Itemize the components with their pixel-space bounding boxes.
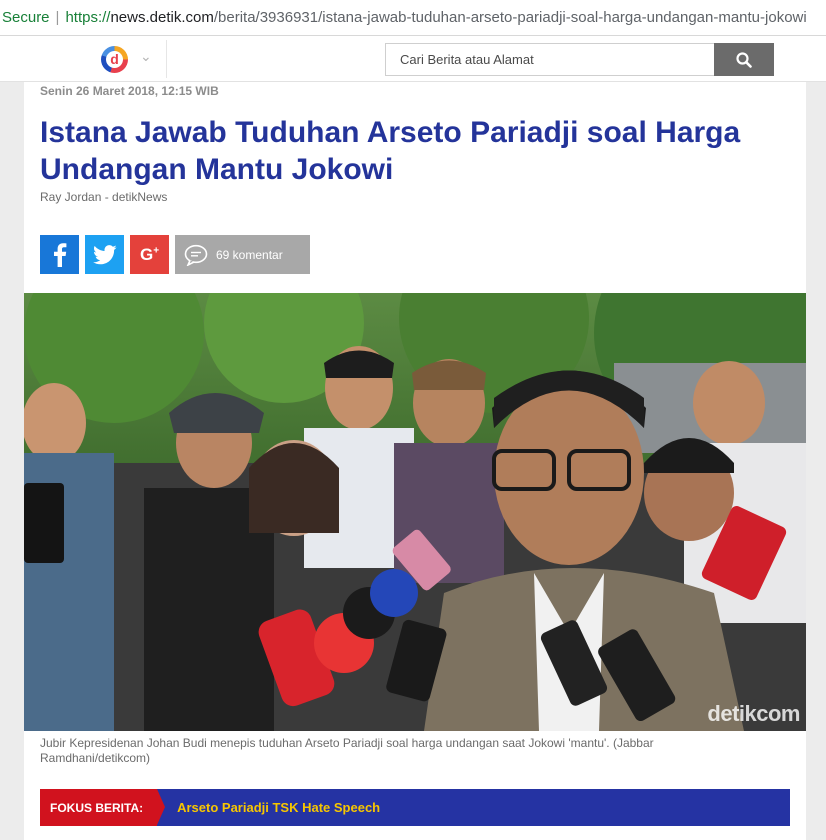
photo-caption: Jubir Kepresidenan Johan Budi menepis tu… (40, 736, 654, 765)
twitter-icon (92, 244, 117, 264)
address-separator: | (55, 9, 60, 26)
site-header: d ⌄ (0, 36, 826, 82)
article-author: Ray Jordan - detikNews (40, 190, 168, 204)
search-button[interactable] (714, 43, 774, 76)
url-path: /berita/3936931/istana-jawab-tuduhan-ars… (213, 9, 807, 26)
twitter-share-button[interactable] (85, 235, 124, 274)
article: Senin 26 Maret 2018, 12:15 WIB Istana Ja… (24, 82, 806, 840)
url-scheme: https:// (65, 9, 111, 26)
header-divider (166, 40, 167, 78)
facebook-icon (53, 242, 66, 267)
fokus-berita-link[interactable]: Arseto Pariadji TSK Hate Speech (177, 800, 380, 815)
browser-address-bar[interactable]: Secure | https:// news.detik.com /berita… (0, 0, 826, 36)
facebook-share-button[interactable] (40, 235, 79, 274)
article-date: Senin 26 Maret 2018, 12:15 WIB (40, 84, 219, 98)
comment-icon (184, 244, 208, 266)
secure-label: Secure (2, 9, 50, 26)
search-input[interactable] (385, 43, 715, 76)
logo-letter: d (106, 51, 123, 68)
comment-button[interactable]: 69 komentar (175, 235, 310, 274)
press-crowd-photo (24, 293, 806, 731)
fokus-berita-bar: FOKUS BERITA: Arseto Pariadji TSK Hate S… (40, 789, 790, 826)
photo-watermark: detikcom (707, 701, 800, 726)
fokus-berita-label: FOKUS BERITA: (40, 789, 166, 826)
article-photo: detikcom (24, 293, 806, 731)
google-plus-icon: G+ (139, 244, 160, 264)
detik-logo[interactable]: d (101, 46, 128, 73)
article-title: Istana Jawab Tuduhan Arseto Pariadji soa… (40, 116, 741, 186)
comment-count: 69 komentar (216, 247, 283, 262)
google-plus-share-button[interactable]: G+ (130, 235, 169, 274)
chevron-down-icon[interactable]: ⌄ (140, 48, 152, 65)
url-host: news.detik.com (110, 9, 214, 26)
search-icon (736, 51, 752, 68)
